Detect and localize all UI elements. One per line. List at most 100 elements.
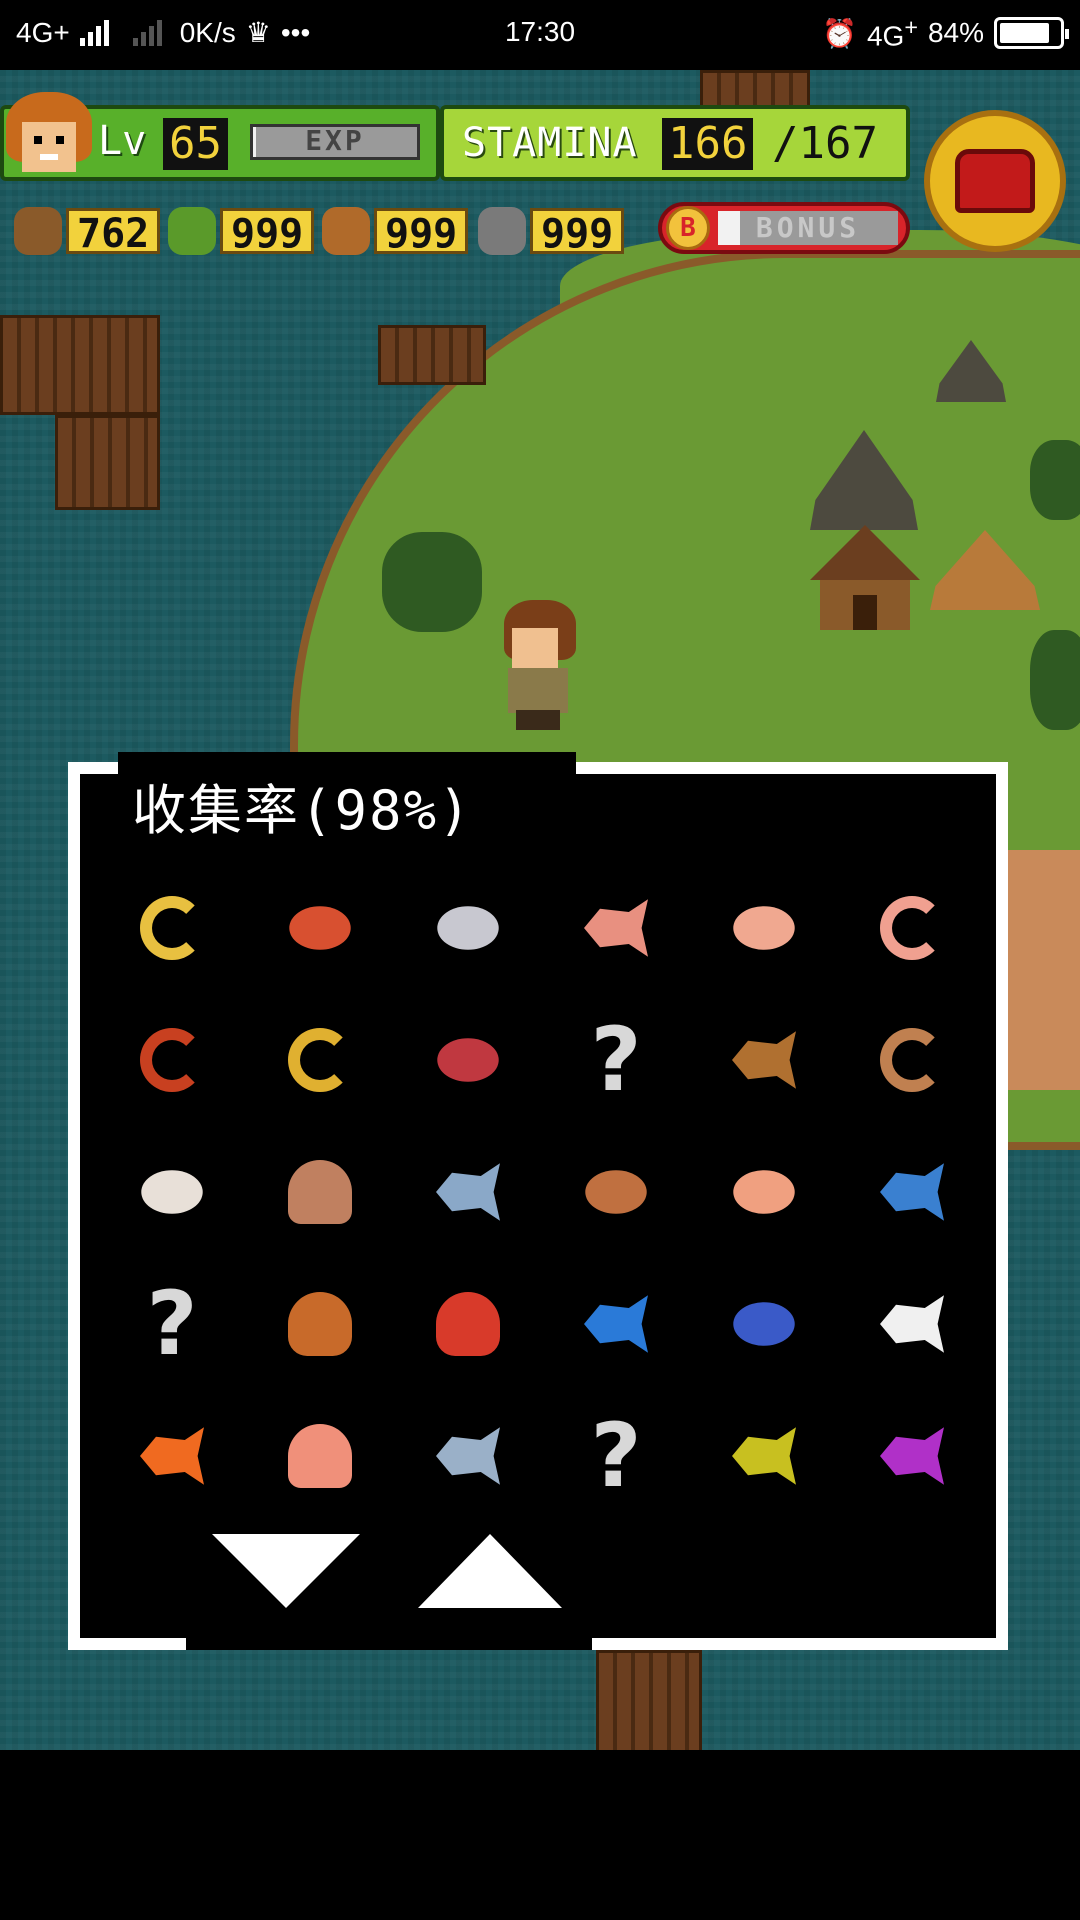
bonus-bar: BONUS [718,211,898,245]
pink-meat-icon [722,886,806,970]
nut-icon [322,207,370,255]
collection-slot[interactable] [394,1390,542,1522]
stone-icon [478,207,526,255]
collection-grid: ??? [98,862,978,1522]
angelfish-icon [870,1282,954,1366]
lobster-icon [426,1282,510,1366]
collection-slot[interactable]: ? [542,994,690,1126]
collection-slot[interactable] [246,1258,394,1390]
red-shrimp-icon [130,1018,214,1102]
status-bar: 4G+ 0K/s ♛ ••• 17:30 ⏰ 4G+ 84% [0,0,1080,70]
collection-slot[interactable] [394,862,542,994]
red-meat-icon [426,1018,510,1102]
bush [382,532,482,632]
collection-slot[interactable] [542,862,690,994]
unknown-icon: ? [590,1404,642,1507]
bonus-meter[interactable]: B BONUS [658,202,910,254]
collection-slot[interactable] [542,1258,690,1390]
fried-shrimp-icon [130,886,214,970]
silver-fish-ball-icon [426,886,510,970]
wooden-dock [596,1650,702,1750]
branch-icon [14,207,62,255]
collection-slot[interactable] [98,1390,246,1522]
collection-slot[interactable] [394,994,542,1126]
treasure-chest-icon [955,149,1035,213]
player-avatar[interactable] [6,92,92,192]
resource-stone: 999 [478,205,625,257]
shrimp-icon [870,886,954,970]
alarm-icon: ⏰ [822,17,857,49]
pufferfish-icon [722,1150,806,1234]
battery-percent: 84% [927,17,984,49]
player-character [498,600,580,730]
scallop-icon [278,1414,362,1498]
collection-slot[interactable] [838,1258,986,1390]
bush [1030,630,1080,730]
collection-slot[interactable] [394,1258,542,1390]
yellow-shrimp-icon [278,1018,362,1102]
stamina-current: 166 [662,118,754,170]
raw-meat-icon [278,886,362,970]
brown-shrimp-icon [870,1018,954,1102]
resource-nut: 999 [322,205,469,257]
wooden-dock [0,315,160,415]
bottom-blank-area [0,1750,1080,1920]
collection-slot[interactable] [246,862,394,994]
resource-leaf: 999 [168,205,315,257]
resource-count: 999 [374,208,469,257]
collection-slot[interactable]: ? [542,1390,690,1522]
collection-slot[interactable] [838,1390,986,1522]
treasure-chest-button[interactable] [924,110,1066,252]
tuna-icon [870,1150,954,1234]
collection-slot[interactable] [690,994,838,1126]
blue-fish-icon [574,1282,658,1366]
wooden-dock [55,415,160,510]
unknown-icon: ? [146,1272,198,1375]
collection-slot[interactable] [690,1258,838,1390]
hut[interactable] [810,525,920,630]
perch-icon [722,1414,806,1498]
collection-slot[interactable] [98,994,246,1126]
wooden-plank [378,325,486,385]
stamina-label: STAMINA [462,120,638,166]
collection-slot[interactable] [394,1126,542,1258]
bonus-label: BONUS [755,211,861,244]
purple-fish-icon [870,1414,954,1498]
network-type-right: 4G+ [866,14,918,52]
bread-icon [722,1018,806,1102]
triangle-up-icon [418,1534,562,1608]
page-down-button[interactable] [212,1534,362,1614]
collection-slot[interactable] [98,1126,246,1258]
resource-count: 999 [530,208,625,257]
flatfish-icon [574,1150,658,1234]
collection-rate-title: 收集率(98%) [132,779,473,842]
bush [1030,440,1080,520]
leaf-icon [168,207,216,255]
collection-slot[interactable] [542,1126,690,1258]
level-label: Lv [98,118,147,164]
page-up-button[interactable] [418,1534,568,1614]
stamina-max: /167 [772,118,878,169]
unknown-icon: ? [590,1008,642,1111]
collection-slot[interactable]: ? [98,1258,246,1390]
collection-slot[interactable] [246,1390,394,1522]
level-value: 65 [163,118,228,170]
collection-slot[interactable] [246,1126,394,1258]
collection-slot[interactable] [690,1390,838,1522]
collection-slot[interactable] [246,994,394,1126]
sardine-icon [426,1414,510,1498]
resource-branch: 762 [14,205,161,257]
exp-label: EXP [305,124,365,157]
clam-icon [278,1150,362,1234]
bonus-coin-icon: B [666,206,710,250]
collection-slot[interactable] [838,862,986,994]
collection-slot[interactable] [838,994,986,1126]
octopus-icon [278,1282,362,1366]
collection-slot[interactable] [690,1126,838,1258]
resource-count: 762 [66,208,161,257]
collection-slot[interactable] [690,862,838,994]
salt-icon [130,1150,214,1234]
mackerel-icon [426,1150,510,1234]
collection-slot[interactable] [98,862,246,994]
collection-slot[interactable] [838,1126,986,1258]
